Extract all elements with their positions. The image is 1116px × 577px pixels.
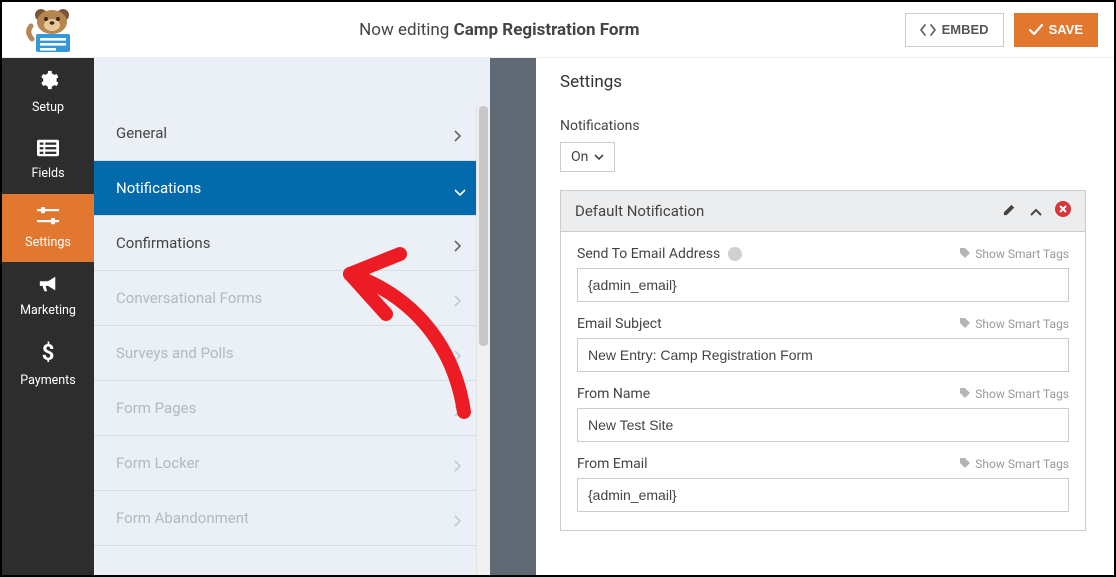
bullhorn-icon bbox=[37, 274, 59, 298]
from-name-input[interactable] bbox=[577, 408, 1069, 442]
show-smart-tags[interactable]: Show Smart Tags bbox=[959, 247, 1069, 262]
notifications-toggle[interactable]: On bbox=[560, 142, 615, 172]
settings-item-general[interactable]: General bbox=[94, 106, 490, 161]
chevron-right-icon bbox=[454, 458, 464, 468]
settings-item-confirmations[interactable]: Confirmations bbox=[94, 216, 490, 271]
nav-fields[interactable]: Fields bbox=[2, 126, 94, 194]
check-icon bbox=[1029, 24, 1043, 36]
card-actions bbox=[1002, 201, 1071, 221]
embed-button[interactable]: EMBED bbox=[905, 13, 1004, 47]
brand-logo bbox=[10, 8, 94, 52]
settings-item-label: General bbox=[116, 124, 167, 142]
tag-icon bbox=[959, 387, 971, 402]
settings-item-label: Conversational Forms bbox=[116, 289, 262, 307]
save-button[interactable]: SAVE bbox=[1014, 13, 1098, 47]
settings-item-label: Form Pages bbox=[116, 399, 196, 417]
edit-icon[interactable] bbox=[1002, 202, 1017, 221]
nav-setup[interactable]: Setup bbox=[2, 58, 94, 126]
settings-item-conversational[interactable]: Conversational Forms bbox=[94, 271, 490, 326]
form-name: Camp Registration Form bbox=[454, 20, 640, 40]
nav-settings[interactable]: Settings bbox=[2, 194, 94, 262]
scrollbar-thumb[interactable] bbox=[479, 106, 488, 346]
from-email-input[interactable] bbox=[577, 478, 1069, 512]
svg-text:$: $ bbox=[42, 341, 55, 364]
nav-label: Marketing bbox=[20, 303, 76, 318]
field-label: From Email bbox=[577, 456, 648, 472]
content-heading: Settings bbox=[536, 58, 1114, 106]
list-icon bbox=[37, 139, 59, 161]
nav-label: Setup bbox=[32, 100, 64, 115]
send-to-input[interactable] bbox=[577, 268, 1069, 302]
show-smart-tags[interactable]: Show Smart Tags bbox=[959, 317, 1069, 332]
nav-label: Settings bbox=[25, 235, 71, 250]
chevron-right-icon bbox=[454, 238, 464, 248]
delete-icon[interactable] bbox=[1055, 201, 1071, 221]
editing-prefix: Now editing bbox=[359, 20, 453, 40]
field-label: From Name bbox=[577, 386, 650, 402]
card-title: Default Notification bbox=[575, 202, 1002, 220]
help-icon[interactable] bbox=[728, 247, 742, 261]
field-send-to: Send To Email Address Show Smart Tags bbox=[577, 246, 1069, 302]
chevron-right-icon bbox=[454, 513, 464, 523]
notifications-toggle-label: Notifications bbox=[560, 118, 1086, 134]
chevron-right-icon bbox=[454, 293, 464, 303]
field-label: Send To Email Address bbox=[577, 246, 742, 262]
settings-item-label: Confirmations bbox=[116, 234, 210, 252]
settings-item-notifications[interactable]: Notifications bbox=[94, 161, 490, 216]
chevron-right-icon bbox=[454, 128, 464, 138]
field-subject: Email Subject Show Smart Tags bbox=[577, 316, 1069, 372]
nav-marketing[interactable]: Marketing bbox=[2, 262, 94, 330]
page-title: Now editing Camp Registration Form bbox=[94, 20, 905, 40]
field-from-email: From Email Show Smart Tags bbox=[577, 456, 1069, 512]
toggle-value: On bbox=[571, 149, 588, 165]
save-label: SAVE bbox=[1049, 22, 1083, 37]
field-label: Email Subject bbox=[577, 316, 662, 332]
field-from-name: From Name Show Smart Tags bbox=[577, 386, 1069, 442]
tag-icon bbox=[959, 247, 971, 262]
settings-subpanel: General Notifications Confirmations Conv… bbox=[94, 58, 490, 575]
settings-item-label: Surveys and Polls bbox=[116, 344, 234, 362]
settings-item-form-abandonment[interactable]: Form Abandonment bbox=[94, 491, 490, 546]
tag-icon bbox=[959, 317, 971, 332]
nav-payments[interactable]: $ Payments bbox=[2, 330, 94, 398]
scrollbar[interactable] bbox=[476, 106, 490, 575]
nav-label: Fields bbox=[31, 166, 64, 181]
code-icon bbox=[920, 24, 936, 36]
chevron-down-icon bbox=[594, 149, 604, 165]
settings-item-surveys[interactable]: Surveys and Polls bbox=[94, 326, 490, 381]
chevron-right-icon bbox=[454, 403, 464, 413]
embed-label: EMBED bbox=[942, 22, 989, 37]
nav-label: Payments bbox=[20, 373, 75, 388]
tag-icon bbox=[959, 457, 971, 472]
panel-divider bbox=[490, 58, 536, 575]
settings-item-label: Form Abandonment bbox=[116, 509, 249, 527]
gear-icon bbox=[37, 69, 59, 95]
card-body: Send To Email Address Show Smart Tags bbox=[561, 232, 1085, 530]
settings-item-label: Notifications bbox=[116, 179, 201, 197]
show-smart-tags[interactable]: Show Smart Tags bbox=[959, 457, 1069, 472]
notification-card: Default Notification Send To Email Addre… bbox=[560, 190, 1086, 531]
top-bar: Now editing Camp Registration Form EMBED… bbox=[2, 2, 1114, 58]
main-sidebar: Setup Fields Settings Marketing $ Paymen… bbox=[2, 58, 94, 575]
settings-item-form-locker[interactable]: Form Locker bbox=[94, 436, 490, 491]
show-smart-tags[interactable]: Show Smart Tags bbox=[959, 387, 1069, 402]
settings-item-form-pages[interactable]: Form Pages bbox=[94, 381, 490, 436]
chevron-down-icon bbox=[454, 183, 464, 193]
settings-item-label: Form Locker bbox=[116, 454, 200, 472]
dollar-icon: $ bbox=[40, 340, 56, 368]
chevron-right-icon bbox=[454, 348, 464, 358]
card-header: Default Notification bbox=[561, 191, 1085, 232]
content-area: Settings Notifications On Default Notifi… bbox=[536, 58, 1114, 575]
chevron-up-icon[interactable] bbox=[1029, 202, 1043, 221]
sliders-icon bbox=[36, 206, 60, 230]
subject-input[interactable] bbox=[577, 338, 1069, 372]
